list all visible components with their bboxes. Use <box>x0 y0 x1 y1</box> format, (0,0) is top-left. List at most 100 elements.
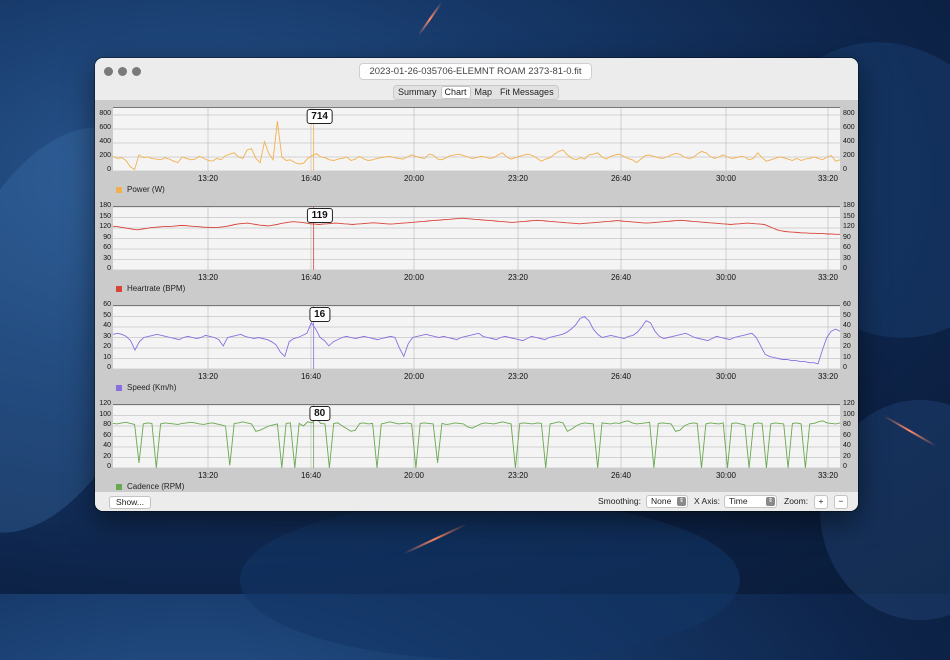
y-tick-label: 400 <box>843 138 855 145</box>
zoom-out-button[interactable]: − <box>834 495 848 509</box>
file-name-field: 2023-01-26-035706-ELEMNT ROAM 2373-81-0.… <box>359 63 592 80</box>
x-tick-label: 13:20 <box>197 471 219 480</box>
x-tick-label: 33:20 <box>817 471 839 480</box>
x-tick-label: 30:00 <box>715 273 737 282</box>
y-tick-label: 0 <box>107 265 111 272</box>
y-tick-label: 200 <box>843 152 855 159</box>
chart-panel-cadence: 120 120 100 100 80 80 60 60 40 40 20 20 0 0 13:20 16:40… <box>95 397 858 496</box>
view-tabs: Summary Chart Map Fit Messages <box>393 85 559 100</box>
tab-map[interactable]: Map <box>471 86 497 99</box>
legend-swatch <box>116 483 122 490</box>
y-tick-label: 120 <box>99 400 111 407</box>
cursor-value-callout: 119 <box>306 208 333 223</box>
x-tick-label: 26:40 <box>610 273 632 282</box>
y-tick-label: 180 <box>843 202 855 209</box>
legend-power: Power (W) <box>116 185 165 194</box>
y-tick-label: 60 <box>103 244 111 251</box>
smoothing-value: None <box>651 496 672 506</box>
tab-fit-messages[interactable]: Fit Messages <box>496 86 558 99</box>
smoothing-stepper-icon: ⇕ <box>677 497 686 506</box>
y-tick-label: 120 <box>843 223 855 230</box>
x-tick-label: 13:20 <box>197 372 219 381</box>
smoothing-label: Smoothing: <box>598 496 641 506</box>
x-axis-label: X Axis: <box>694 496 720 506</box>
y-tick-label: 180 <box>99 202 111 209</box>
y-tick-label: 10 <box>843 353 851 361</box>
legend-label: Speed (Km/h) <box>127 383 177 392</box>
cursor-value-callout: 714 <box>306 109 333 124</box>
y-tick-label: 20 <box>843 343 851 350</box>
y-tick-label: 30 <box>103 254 111 262</box>
plot-area-power[interactable] <box>113 107 840 171</box>
y-tick-label: 40 <box>843 322 851 329</box>
x-tick-label: 26:40 <box>610 174 632 183</box>
y-tick-label: 60 <box>103 301 111 308</box>
y-tick-label: 200 <box>99 152 111 159</box>
title-bar: 2023-01-26-035706-ELEMNT ROAM 2373-81-0.… <box>95 58 858 84</box>
smoothing-select[interactable]: None ⇕ <box>646 495 688 508</box>
x-axis-value: Time <box>729 496 748 506</box>
x-axis-select[interactable]: Time ⇕ <box>724 495 777 508</box>
y-tick-label: 800 <box>843 110 855 117</box>
zoom-in-button[interactable]: + <box>814 495 828 509</box>
plot-area-heartrate[interactable] <box>113 206 840 270</box>
x-tick-label: 23:20 <box>507 471 529 480</box>
y-tick-label: 20 <box>843 452 851 460</box>
x-tick-label: 30:00 <box>715 174 737 183</box>
y-tick-label: 100 <box>99 410 111 418</box>
y-tick-label: 150 <box>843 212 855 220</box>
app-window: 2023-01-26-035706-ELEMNT ROAM 2373-81-0.… <box>95 58 858 511</box>
cursor-value-callout: 80 <box>309 406 331 421</box>
plot-svg-power <box>113 108 840 171</box>
chart-panel-power: 800 800 600 600 400 400 200 200 0 0 13:20 16:40 20:0… <box>95 100 858 199</box>
wallpaper-shape <box>240 500 740 660</box>
minimize-window-button[interactable] <box>118 67 127 76</box>
chart-panel-heartrate: 180 180 150 150 120 120 90 90 60 60 30 30 0 0 13:20 16:… <box>95 199 858 298</box>
x-tick-label: 23:20 <box>507 174 529 183</box>
plot-svg-heartrate <box>113 207 840 270</box>
x-axis-stepper-icon: ⇕ <box>766 497 775 506</box>
x-tick-label: 13:20 <box>197 174 219 183</box>
y-tick-label: 60 <box>843 431 851 439</box>
plot-svg-cadence <box>113 405 840 468</box>
y-tick-label: 0 <box>843 364 847 371</box>
y-tick-label: 100 <box>843 410 855 418</box>
close-window-button[interactable] <box>104 67 113 76</box>
y-tick-label: 0 <box>107 364 111 371</box>
y-tick-label: 600 <box>843 124 855 131</box>
x-tick-label: 20:00 <box>403 471 425 480</box>
tab-chart[interactable]: Chart <box>440 86 471 99</box>
y-tick-label: 30 <box>843 254 851 262</box>
series-line-speed <box>113 315 840 365</box>
plot-svg-speed <box>113 306 840 369</box>
x-tick-label: 20:00 <box>403 372 425 381</box>
y-tick-label: 10 <box>103 353 111 361</box>
zoom-window-button[interactable] <box>132 67 141 76</box>
x-tick-label: 23:20 <box>507 372 529 381</box>
legend-label: Cadence (RPM) <box>127 482 185 491</box>
x-tick-label: 33:20 <box>817 273 839 282</box>
y-tick-label: 20 <box>103 343 111 350</box>
x-tick-label: 16:40 <box>300 471 322 480</box>
y-tick-label: 60 <box>843 301 851 308</box>
series-line-power <box>113 120 840 171</box>
plot-area-cadence[interactable] <box>113 404 840 468</box>
cursor-value-callout: 16 <box>309 307 331 322</box>
x-tick-label: 16:40 <box>300 273 322 282</box>
y-tick-label: 120 <box>99 223 111 230</box>
series-line-heartrate <box>113 217 840 235</box>
x-tick-label: 20:00 <box>403 174 425 183</box>
y-tick-label: 80 <box>843 421 851 428</box>
x-tick-label: 33:20 <box>817 174 839 183</box>
legend-swatch <box>116 285 122 292</box>
tab-summary[interactable]: Summary <box>394 86 441 99</box>
legend-swatch <box>116 186 122 193</box>
y-tick-label: 60 <box>843 244 851 251</box>
y-tick-label: 30 <box>843 332 851 340</box>
x-tick-label: 33:20 <box>817 372 839 381</box>
y-tick-label: 60 <box>103 431 111 439</box>
plot-area-speed[interactable] <box>113 305 840 369</box>
show-button[interactable]: Show... <box>109 496 151 509</box>
x-tick-label: 13:20 <box>197 273 219 282</box>
y-tick-label: 20 <box>103 452 111 460</box>
